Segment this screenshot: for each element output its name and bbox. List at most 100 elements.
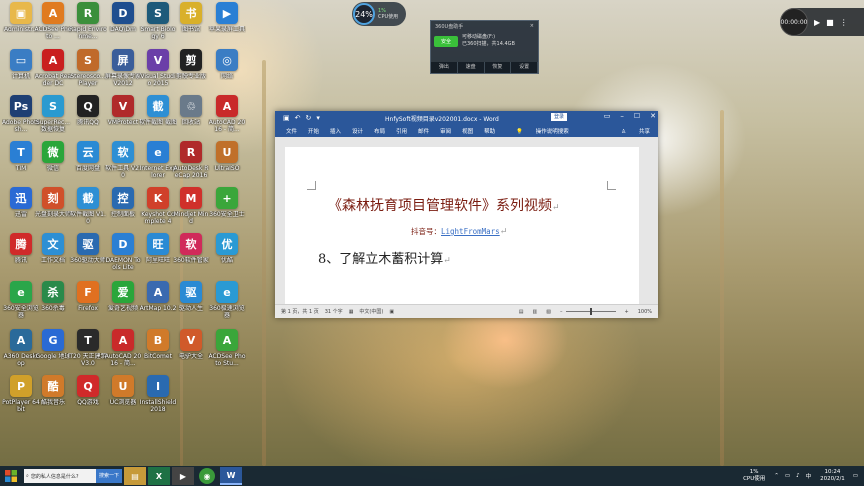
desktop-icon[interactable]: 酷酷我音乐 [34,375,72,406]
desktop-icon[interactable]: D DAQ\Dm [104,2,142,33]
stop-icon[interactable]: ■ [826,18,834,27]
taskbar-search-button[interactable]: 搜索一下 [95,469,122,483]
desktop-icon[interactable]: Q QQ游戏 [69,375,107,406]
document-page[interactable]: 《森林抚育项目管理软件》系列视频↵ 抖音号：LightFromMars↵ 8、了… [285,147,639,305]
list-item[interactable]: 8、了解立木蓄积计算↵ [318,248,451,267]
ime-icon[interactable]: 中 [806,472,812,480]
desktop-icon[interactable]: 屏屏幕录像专家 V2012 [104,49,142,87]
desktop-icon[interactable]: A AutoCAD 2016 - 简... [208,95,246,133]
desktop-icon[interactable]: 截软件截图 V1.0 [69,187,107,225]
start-button[interactable] [0,466,22,486]
cpu-meter-widget[interactable]: 24% 1% CPU使用 [352,2,406,26]
desktop-icon[interactable]: 剪剪映专业版 [172,49,210,80]
desktop-icon[interactable]: Q 腾讯QQ [69,95,107,126]
tab-references[interactable]: 引用 [396,127,407,135]
tab-home[interactable]: 开始 [308,127,319,135]
zoom-level[interactable]: 100% [638,309,652,315]
share-button[interactable]: ♙ 共享 [610,127,650,135]
desktop-icon[interactable]: U UltraISO [208,141,246,172]
desktop-icon[interactable]: 控控制面板 [104,187,142,218]
desktop-icon[interactable]: D DAEMON Tools Lite [104,233,142,271]
login-button[interactable]: 登录 [551,113,568,121]
desktop-icon[interactable]: 云百度网盘 [69,141,107,172]
more-icon[interactable]: ⋮ [840,18,848,27]
desktop-icon[interactable]: I InstallShield 2018 [139,375,177,413]
desktop-icon[interactable]: V VMProtect [104,95,142,126]
maximize-icon[interactable]: ☐ [634,112,640,120]
desktop-icon[interactable]: S SuperRec... 数据恢复 [34,95,72,133]
tray-cpu[interactable]: 1% CPU使用 [743,469,765,483]
proofing-icon[interactable]: ▦ [349,309,354,315]
tab-help[interactable]: 帮助 [484,127,495,135]
usb-speed-button[interactable]: 速盘 [458,62,485,73]
desktop-icon[interactable]: 书图书馆 [172,2,210,33]
desktop-icon[interactable]: 软 360软件管家 [172,233,210,264]
desktop-icon[interactable]: G Google 地球 [34,329,72,360]
status-page-count[interactable]: 第 1 页，共 1 页 [281,308,319,315]
douyin-handle-link[interactable]: LightFromMars [441,227,500,236]
desktop-icon[interactable]: A Acrobat Reader DC [34,49,72,87]
desktop-icon[interactable]: U UC浏览器 [104,375,142,406]
status-word-count[interactable]: 31 个字 [325,308,343,315]
desktop-icon[interactable]: 微微信 [34,141,72,172]
zoom-in-icon[interactable]: + [625,309,629,315]
desktop-icon[interactable]: A AutoCAD 2016 - 简... [104,329,142,367]
save-icon[interactable]: ▣ [283,114,290,122]
web-layout-icon[interactable]: ▧ [546,309,551,315]
zoom-out-icon[interactable]: – [560,309,563,315]
customize-icon[interactable]: ▾ [316,114,320,122]
usb-settings-button[interactable]: 设置 [511,62,538,73]
desktop-icon[interactable]: 爱爱奇艺视频 [104,281,142,312]
desktop-icon[interactable]: T T20 天正建筑 V3.0 [69,329,107,367]
desktop-icon[interactable]: 驱驱动人生 [172,281,210,312]
tray-expand-icon[interactable]: ⌃ [774,473,779,479]
word-taskbar-icon[interactable]: W [220,467,242,485]
desktop-icon[interactable]: 驱 360驱动大师 [69,233,107,264]
tell-me-search[interactable]: 💡 操作说明搜索 [505,127,569,135]
network-icon[interactable]: ▭ [785,473,790,479]
close-icon[interactable]: × [530,23,534,30]
undo-icon[interactable]: ↶ [295,114,301,122]
desktop-icon[interactable]: V 电驴大全 [172,329,210,360]
desktop-icon[interactable]: 优优酷 [208,233,246,264]
desktop-icon[interactable]: F Firefox [69,281,107,312]
document-heading[interactable]: 《森林抚育项目管理软件》系列视频↵ [328,195,628,215]
file-explorer-icon[interactable]: ▤ [124,467,146,485]
desktop-icon[interactable]: A ACDSee Photo Stu... [208,329,246,367]
desktop-icon[interactable]: M Mindjet Mind [172,187,210,225]
redo-icon[interactable]: ↻ [306,114,312,122]
desktop-icon[interactable]: S Stereosco... Player [69,49,107,87]
close-icon[interactable]: ✕ [650,112,656,120]
ribbon-display-icon[interactable]: ▭ [604,112,611,120]
media-player-icon[interactable]: ▶ [172,467,194,485]
desktop-icon[interactable]: 刻光盘刻录大师 [34,187,72,218]
macro-icon[interactable]: ▣ [389,309,394,315]
document-canvas[interactable]: 《森林抚育项目管理软件》系列视频↵ 抖音号：LightFromMars↵ 8、了… [275,137,658,305]
desktop-icon[interactable]: ◎ 网络 [208,49,246,80]
clock[interactable]: 10:24 2020/2/1 [820,469,845,483]
desktop-icon[interactable]: +360安全卫士 [208,187,246,218]
volume-icon[interactable]: ♪ [796,473,800,479]
desktop-icon[interactable]: ♲ 回收站 [172,95,210,126]
tab-insert[interactable]: 插入 [330,127,341,135]
tab-file[interactable]: 文件 [286,127,297,135]
taskbar-search-box[interactable]: ⌕ 您的私人信息是什么? 搜索一下 [24,469,122,483]
tab-layout[interactable]: 布局 [374,127,385,135]
minimize-icon[interactable]: – [620,112,624,120]
status-language[interactable]: 中文(中国) [359,308,383,315]
desktop-icon[interactable]: ▶ 苹果录屏工具 [208,2,246,33]
play-icon[interactable]: ▶ [814,18,820,27]
desktop-icon[interactable]: 杀 360杀毒 [34,281,72,312]
tab-mailings[interactable]: 邮件 [418,127,429,135]
read-mode-icon[interactable]: ▤ [519,309,524,315]
tab-review[interactable]: 审阅 [440,127,451,135]
desktop-icon[interactable]: 软软件工具 V2.0 [104,141,142,179]
usb-restore-button[interactable]: 恢复 [485,62,512,73]
desktop-icon[interactable]: 文工作文档 [34,233,72,264]
tab-view[interactable]: 视图 [462,127,473,135]
desktop-icon[interactable]: A ACDSee Photo ... [34,2,72,40]
excel-icon[interactable]: X [148,467,170,485]
tab-design[interactable]: 设计 [352,127,363,135]
desktop-icon[interactable]: R Rapid Environme... [69,2,107,40]
zoom-slider[interactable] [565,308,616,315]
